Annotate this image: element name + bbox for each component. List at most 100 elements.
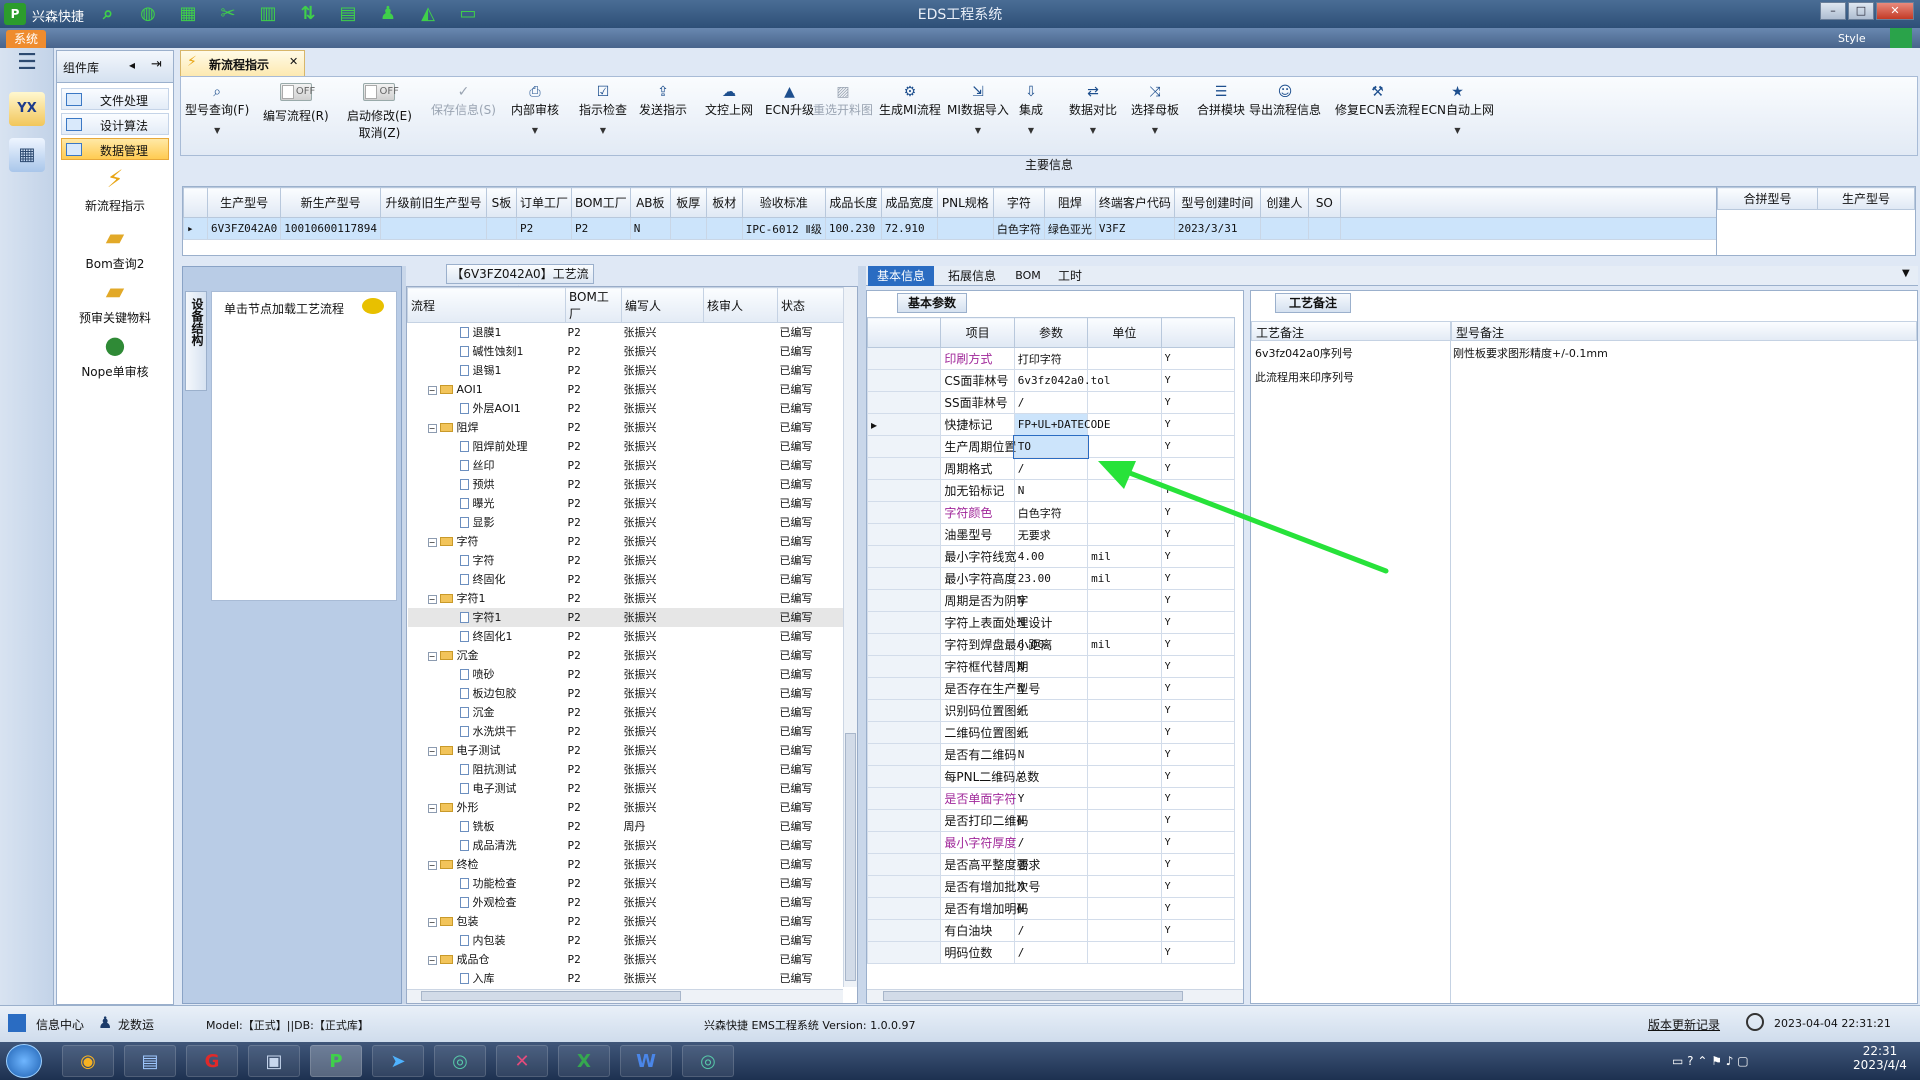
main-cell[interactable] (379, 217, 487, 240)
param-value-cell[interactable]: 23.00 (1013, 567, 1089, 590)
minimize-button[interactable]: – (1820, 2, 1846, 20)
ribbon-button-6[interactable]: ⇪ 发送指示 (639, 83, 687, 118)
tree-row[interactable]: 水洗烘干 P2 张振兴 已编写 (408, 722, 844, 741)
ribbon-button-16[interactable]: ☺ 导出流程信息 (1249, 83, 1321, 118)
search-icon[interactable]: ⌕ (96, 3, 120, 25)
tree-row[interactable]: 外层AOI1 P2 张振兴 已编写 (408, 399, 844, 418)
ribbon-button-10[interactable]: ⚙ 生成MI流程 (879, 83, 941, 118)
taskbar-x-icon[interactable]: ✕ (496, 1045, 548, 1077)
taskbar-notepad-icon[interactable]: ▤ (124, 1045, 176, 1077)
collapse-icon[interactable]: − (427, 424, 437, 433)
dropdown-arrow-icon[interactable]: ▼ (1131, 126, 1179, 135)
yx-module-icon[interactable]: YX (9, 92, 45, 126)
main-col-header[interactable]: 新生产型号 (280, 187, 381, 218)
chart-icon[interactable]: ◭ (416, 3, 440, 25)
param-row[interactable]: SS面菲林号 / Y (867, 391, 1236, 414)
param-row[interactable]: CS面菲林号 6v3fz042a0.tol Y (867, 369, 1236, 392)
ribbon-button-0[interactable]: ⌕ 型号查询(F) ▼ (185, 83, 249, 135)
tree-row[interactable]: 显影 P2 张振兴 已编写 (408, 513, 844, 532)
param-value-cell[interactable]: / (1013, 457, 1089, 480)
tree-row[interactable]: 铣板 P2 周丹 已编写 (408, 817, 844, 836)
collapse-icon[interactable]: − (427, 385, 437, 395)
param-value-cell[interactable]: / (1013, 831, 1089, 854)
main-col-header[interactable]: 字符 (992, 187, 1045, 218)
maximize-button[interactable]: □ (1848, 2, 1874, 20)
tool-new-process[interactable]: ⚡ 新流程指示 (57, 165, 173, 214)
param-row[interactable]: 是否存在生产型号 N Y (867, 677, 1236, 700)
main-cell[interactable] (669, 217, 707, 240)
start-button[interactable] (6, 1044, 42, 1078)
tool-prereview-material[interactable]: ▰ 预审关键物料 (57, 277, 173, 326)
info-center-link[interactable]: 信息中心 (36, 1016, 84, 1033)
merge-header[interactable]: 合拼型号 (1717, 187, 1818, 210)
main-cell[interactable]: P2 (570, 217, 631, 240)
collapse-icon[interactable]: − (427, 747, 437, 756)
param-row[interactable]: 每PNL二维码总数 / Y (867, 765, 1236, 788)
tree-row[interactable]: 曝光 P2 张振兴 已编写 (408, 494, 844, 513)
dropdown-arrow-icon[interactable]: ▼ (511, 126, 559, 135)
param-value-cell[interactable]: 无要求 (1013, 523, 1089, 546)
tree-row[interactable]: 沉金 P2 张振兴 已编写 (408, 703, 844, 722)
main-cell[interactable]: 72.910 (880, 217, 938, 240)
tree-horizontal-scrollbar[interactable] (407, 989, 843, 1003)
param-row[interactable]: 最小字符厚度 / Y (867, 831, 1236, 854)
tree-row[interactable]: 退锡1 P2 张振兴 已编写 (408, 361, 844, 380)
param-row[interactable]: 是否有增加明码 N Y (867, 897, 1236, 920)
param-value-cell[interactable]: 白色字符 (1013, 501, 1089, 524)
main-col-header[interactable]: BOM工厂 (570, 187, 631, 218)
ribbon-button-9[interactable]: ▨ 重选开料图 (813, 83, 873, 118)
taskbar-word-icon[interactable]: W (620, 1045, 672, 1077)
main-col-header[interactable]: 订单工厂 (515, 187, 572, 218)
tree-row[interactable]: 丝印 P2 张振兴 已编写 (408, 456, 844, 475)
tree-row[interactable]: 板边包胶 P2 张振兴 已编写 (408, 684, 844, 703)
param-row[interactable]: 字符到焊盘最小距离 6.00 mil Y (867, 633, 1236, 656)
collapse-icon[interactable]: − (427, 804, 437, 813)
layout-icon[interactable]: ▥ (256, 3, 280, 25)
tab-close-icon[interactable]: ✕ (289, 55, 298, 68)
param-row[interactable]: 二维码位置图纸 / Y (867, 721, 1236, 744)
ribbon-button-5[interactable]: ☑ 指示检查 ▼ (579, 83, 627, 135)
nav-data-management[interactable]: 数据管理 (61, 138, 169, 160)
table-icon[interactable]: ▦ (176, 3, 200, 25)
tab-basic-info[interactable]: 基本信息 (868, 266, 934, 286)
tree-row[interactable]: 碱性蚀刻1 P2 张振兴 已编写 (408, 342, 844, 361)
param-row[interactable]: 字符框代替周期 N Y (867, 655, 1236, 678)
tree-row[interactable]: − AOI1 P2 张振兴 已编写 (408, 380, 844, 399)
ribbon-button-12[interactable]: ⇩ 集成 ▼ (1019, 83, 1043, 135)
tree-row[interactable]: 字符1 P2 张振兴 已编写 (407, 607, 844, 627)
collapse-arrow-icon[interactable]: ◂ (129, 58, 135, 72)
flow-icon[interactable]: ⇅ (296, 3, 320, 25)
tree-row[interactable]: 字符 P2 张振兴 已编写 (408, 551, 844, 570)
tree-col-header[interactable]: 核审人 (703, 287, 778, 323)
dropdown-arrow-icon[interactable]: ▼ (1019, 126, 1043, 135)
tree-col-header[interactable]: BOM工厂 (565, 287, 622, 323)
param-row[interactable]: 有白油块 / Y (867, 919, 1236, 942)
toggle-switch[interactable]: OFF (363, 83, 399, 101)
tree-row[interactable]: 阻焊前处理 P2 张振兴 已编写 (408, 437, 844, 456)
dropdown-arrow-icon[interactable]: ▼ (1069, 126, 1117, 135)
main-col-header[interactable]: 成品长度 (824, 187, 882, 218)
taskbar-save-icon[interactable]: ▣ (248, 1045, 300, 1077)
tree-row[interactable]: 功能检查 P2 张振兴 已编写 (408, 874, 844, 893)
dropdown-arrow-icon[interactable]: ▼ (579, 126, 627, 135)
ribbon-button-11[interactable]: ⇲ MI数据导入 ▼ (947, 83, 1009, 135)
tools-icon[interactable]: ✂ (216, 3, 240, 25)
system-tab[interactable]: 系统 (6, 30, 46, 48)
param-row[interactable]: 周期是否为阴字 N Y (867, 589, 1236, 612)
tree-row[interactable]: − 外形 P2 张振兴 已编写 (408, 798, 844, 817)
tree-row[interactable]: 电子测试 P2 张振兴 已编写 (408, 779, 844, 798)
ribbon-button-14[interactable]: ⤨ 选择母板 ▼ (1131, 83, 1179, 135)
main-cell[interactable] (705, 217, 743, 240)
main-col-header[interactable]: 终端客户代码 (1094, 187, 1175, 218)
param-value-cell[interactable]: 打印字符 (1013, 347, 1089, 370)
tree-vertical-scrollbar[interactable] (843, 287, 857, 987)
taskbar-excel-icon[interactable]: X (558, 1045, 610, 1077)
param-row[interactable]: 是否有二维码 N Y (867, 743, 1236, 766)
tree-col-header[interactable]: 状态 (777, 287, 844, 323)
main-cell[interactable]: 2023/3/31 (1173, 217, 1261, 240)
param-value-cell[interactable]: / (1013, 919, 1089, 942)
main-cell[interactable]: 6V3FZ042A0 (206, 217, 282, 240)
main-col-header[interactable]: 板厚 (669, 187, 707, 218)
main-col-header[interactable]: PNL规格 (936, 187, 994, 218)
main-col-header[interactable]: S板 (485, 187, 517, 218)
